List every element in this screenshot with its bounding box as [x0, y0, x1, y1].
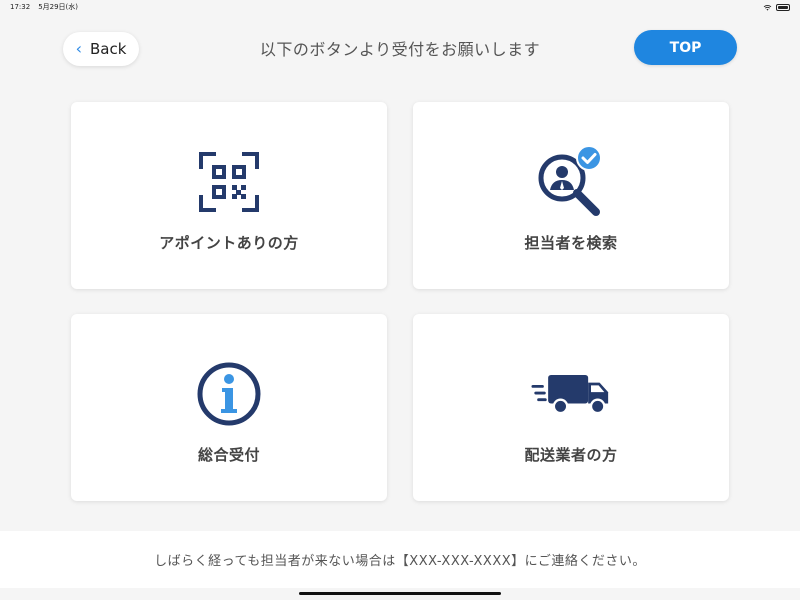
card-appointment[interactable]: アポイントありの方 [71, 102, 387, 289]
card-search-staff[interactable]: 担当者を検索 [413, 102, 729, 289]
card-delivery[interactable]: 配送業者の方 [413, 314, 729, 501]
back-button[interactable]: ‹ Back [63, 32, 139, 66]
delivery-truck-icon [531, 360, 611, 428]
home-indicator[interactable] [299, 592, 501, 595]
status-date: 5月29日(水) [38, 3, 79, 11]
card-label: アポイントありの方 [159, 234, 299, 252]
card-label: 担当者を検索 [524, 234, 618, 252]
footer-text: しばらく経っても担当者が来ない場合は【XXX-XXX-XXXX】にご連絡ください… [154, 554, 646, 569]
status-indicators [763, 3, 790, 11]
info-icon [189, 360, 269, 428]
status-time: 17:32 [10, 3, 31, 11]
footer-message: しばらく経っても担当者が来ない場合は【XXX-XXX-XXXX】にご連絡ください… [0, 531, 800, 588]
status-bar: 17:32 5月29日(水) [0, 0, 800, 14]
wifi-icon [763, 4, 772, 11]
qr-code-icon [189, 148, 269, 216]
top-button[interactable]: TOP [634, 30, 737, 65]
page-title: 以下のボタンより受付をお願いします [259, 40, 541, 59]
back-button-label: Back [89, 40, 127, 58]
chevron-left-icon: ‹ [75, 39, 82, 58]
search-person-icon [531, 146, 611, 216]
card-general-reception[interactable]: 総合受付 [71, 314, 387, 501]
card-label: 総合受付 [197, 446, 260, 464]
battery-icon [776, 3, 790, 11]
header: ‹ Back 以下のボタンより受付をお願いします TOP [0, 14, 800, 84]
card-label: 配送業者の方 [524, 446, 618, 464]
